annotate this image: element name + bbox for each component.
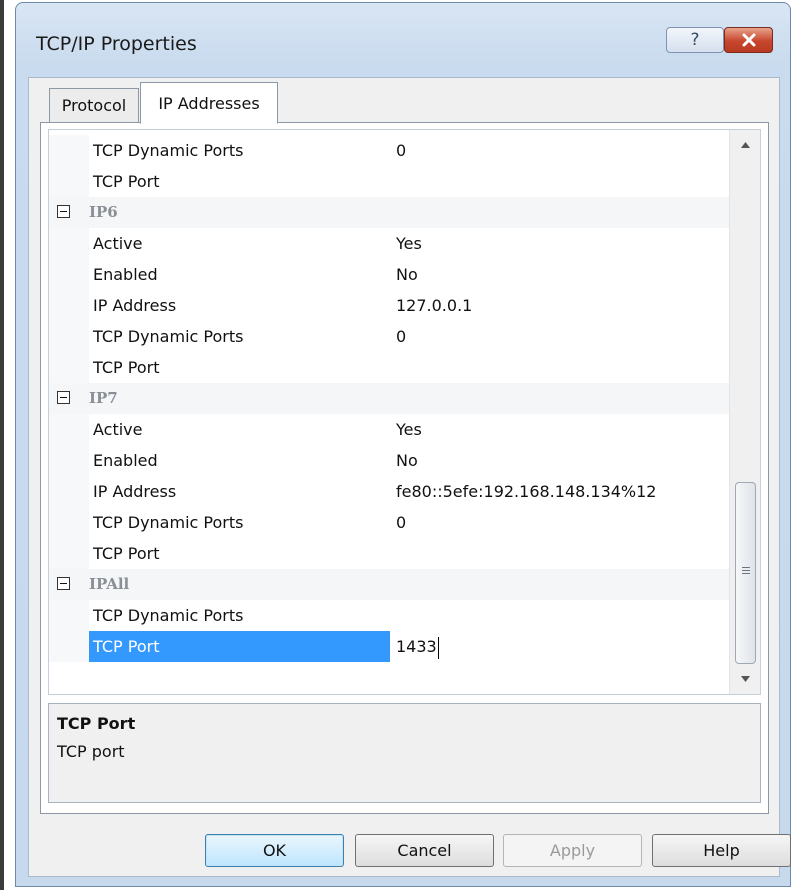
collapse-icon[interactable] <box>57 577 70 590</box>
help-caption-button[interactable]: ? <box>666 27 724 53</box>
row-gutter <box>49 321 89 352</box>
property-row[interactable]: IP Address fe80::5efe:192.168.148.134%12 <box>49 476 729 507</box>
property-row[interactable]: Active Yes <box>49 228 729 259</box>
row-gutter <box>49 290 89 321</box>
tab-page-ip-addresses: TCP Dynamic Ports 0 TCP Port IP6 Active … <box>40 122 769 814</box>
tab-ip-addresses[interactable]: IP Addresses <box>140 82 278 124</box>
property-name: Enabled <box>93 451 158 470</box>
tab-label: Protocol <box>61 96 127 115</box>
property-row[interactable]: Active Yes <box>49 414 729 445</box>
row-gutter <box>49 631 89 662</box>
description-title: TCP Port <box>57 714 136 733</box>
tab-label: IP Addresses <box>158 93 260 113</box>
property-row[interactable]: TCP Dynamic Ports 0 <box>49 507 729 538</box>
property-name: TCP Dynamic Ports <box>93 141 244 160</box>
tcp-port-value-editor[interactable]: 1433 <box>390 631 729 662</box>
category-row-ip6[interactable]: IP6 <box>49 197 729 228</box>
vertical-scrollbar[interactable] <box>729 130 760 694</box>
property-grid[interactable]: TCP Dynamic Ports 0 TCP Port IP6 Active … <box>48 129 761 695</box>
category-row-ip7[interactable]: IP7 <box>49 383 729 414</box>
cancel-button[interactable]: Cancel <box>355 834 494 867</box>
property-value[interactable]: Yes <box>390 228 729 259</box>
category-name: IP7 <box>89 389 118 407</box>
property-row[interactable]: TCP Port <box>49 166 729 197</box>
row-gutter <box>49 445 89 476</box>
property-row[interactable]: TCP Port <box>49 352 729 383</box>
property-name: TCP Port <box>89 631 390 662</box>
collapse-icon[interactable] <box>57 205 70 218</box>
description-panel: TCP Port TCP port <box>48 703 761 803</box>
property-value[interactable] <box>390 166 729 197</box>
row-gutter <box>49 352 89 383</box>
row-gutter <box>49 166 89 197</box>
property-name: TCP Dynamic Ports <box>93 606 244 625</box>
question-icon: ? <box>690 30 700 50</box>
property-value[interactable] <box>390 600 729 631</box>
property-value[interactable]: 127.0.0.1 <box>390 290 729 321</box>
property-row-selected[interactable]: TCP Port 1433 <box>49 631 729 662</box>
editor-text: 1433 <box>396 637 437 656</box>
property-name: TCP Port <box>93 544 160 563</box>
grip-icon <box>742 567 750 575</box>
property-value[interactable]: Yes <box>390 414 729 445</box>
row-gutter <box>49 476 89 507</box>
ok-button[interactable]: OK <box>205 834 344 867</box>
property-row[interactable]: IP Address 127.0.0.1 <box>49 290 729 321</box>
property-value[interactable] <box>390 352 729 383</box>
collapse-icon[interactable] <box>57 391 70 404</box>
property-row[interactable]: Enabled No <box>49 259 729 290</box>
property-name: TCP Dynamic Ports <box>93 513 244 532</box>
property-value[interactable] <box>390 538 729 569</box>
row-gutter <box>49 414 89 445</box>
arrow-down-icon <box>741 676 750 682</box>
row-gutter <box>49 538 89 569</box>
close-icon <box>742 33 755 47</box>
row-gutter <box>49 135 89 166</box>
property-name: TCP Port <box>93 358 160 377</box>
row-gutter <box>49 259 89 290</box>
property-value[interactable]: 0 <box>390 135 729 166</box>
row-gutter <box>49 600 89 631</box>
property-row[interactable]: TCP Port <box>49 538 729 569</box>
property-name: IP Address <box>93 482 177 501</box>
property-name: TCP Port <box>93 172 160 191</box>
property-row[interactable]: TCP Dynamic Ports 0 <box>49 321 729 352</box>
text-caret <box>437 636 439 659</box>
property-value[interactable]: No <box>390 445 729 476</box>
property-row[interactable]: TCP Dynamic Ports 0 <box>49 135 729 166</box>
close-button[interactable] <box>724 27 773 53</box>
property-name: TCP Dynamic Ports <box>93 327 244 346</box>
arrow-up-icon <box>741 142 750 148</box>
property-value[interactable]: fe80::5efe:192.168.148.134%12 <box>390 476 729 507</box>
category-row-ipall[interactable]: IPAll <box>49 569 729 600</box>
window-title: TCP/IP Properties <box>36 33 197 55</box>
property-name: Active <box>93 420 143 439</box>
scrollbar-thumb[interactable] <box>735 482 756 664</box>
category-name: IP6 <box>89 203 118 221</box>
category-name: IPAll <box>89 575 130 593</box>
property-value[interactable]: 0 <box>390 507 729 538</box>
tab-protocol[interactable]: Protocol <box>49 88 139 122</box>
background-edge <box>0 0 4 890</box>
row-gutter <box>49 228 89 259</box>
row-gutter <box>49 507 89 538</box>
property-value[interactable]: No <box>390 259 729 290</box>
help-button[interactable]: Help <box>652 834 791 867</box>
description-text: TCP port <box>57 742 125 761</box>
property-row[interactable]: Enabled No <box>49 445 729 476</box>
property-value[interactable]: 0 <box>390 321 729 352</box>
property-name: Enabled <box>93 265 158 284</box>
scroll-up-button[interactable] <box>730 130 760 160</box>
property-name: Active <box>93 234 143 253</box>
dialog-client-area: Protocol IP Addresses TCP Dynamic Ports … <box>28 77 791 877</box>
property-name: IP Address <box>93 296 177 315</box>
apply-button[interactable]: Apply <box>503 834 642 867</box>
tcpip-properties-dialog: TCP/IP Properties ? Protocol IP Addresse… <box>15 2 791 887</box>
property-row[interactable]: TCP Dynamic Ports <box>49 600 729 631</box>
scroll-down-button[interactable] <box>730 664 760 694</box>
